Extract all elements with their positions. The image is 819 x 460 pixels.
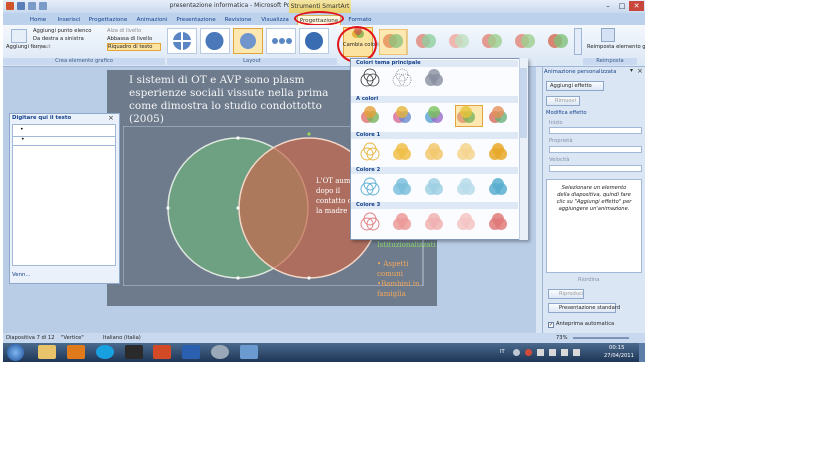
powerpoint-window: presentazione informatica - Microsoft Po… xyxy=(3,0,645,362)
zoom-slider[interactable] xyxy=(573,337,629,339)
redo-icon[interactable] xyxy=(39,2,47,10)
speed-label: Velocità xyxy=(549,157,570,163)
property-select[interactable] xyxy=(549,146,642,153)
undo-icon[interactable] xyxy=(28,2,36,10)
slide-scrollbar[interactable] xyxy=(536,67,542,333)
start-button[interactable] xyxy=(7,344,24,361)
tab-view[interactable]: Visualizza xyxy=(259,15,291,25)
venn-overflow-text-3: •Bambini in famiglia xyxy=(377,280,420,298)
venn-overflow-text-2: • Aspetti comuni xyxy=(377,260,409,278)
reorder-label[interactable]: Riordina xyxy=(578,277,599,283)
tab-highlight-circle xyxy=(294,11,344,26)
bullet-1[interactable]: • xyxy=(20,126,24,133)
close-button[interactable]: ✕ xyxy=(629,1,644,11)
modify-effect-label: Modifica effetto xyxy=(546,110,587,116)
add-effect-button[interactable]: Aggiungi effetto xyxy=(546,81,604,91)
clock-time[interactable]: 00:15 xyxy=(609,345,625,351)
app-icon[interactable] xyxy=(125,345,143,359)
autopreview-label: Anteprima automatica xyxy=(556,321,615,327)
media-icon[interactable] xyxy=(211,345,229,359)
section-theme-colors: Colori tema principale xyxy=(351,60,518,67)
gallery-scroll[interactable] xyxy=(574,28,582,55)
color-options-grid[interactable] xyxy=(351,68,519,238)
bullet-2-row[interactable] xyxy=(12,136,116,146)
slide-number: Diapositiva 7 di 12 xyxy=(6,335,55,341)
tab-slideshow[interactable]: Presentazione xyxy=(176,15,216,25)
promote-button[interactable]: Alza di livello xyxy=(107,28,141,34)
language-status[interactable]: Italiano (Italia) xyxy=(103,333,141,343)
skype-icon[interactable] xyxy=(96,345,114,359)
minimize-button[interactable]: – xyxy=(601,1,615,11)
close-icon[interactable]: × xyxy=(108,114,114,122)
property-label: Proprietà xyxy=(549,138,573,144)
remove-button[interactable]: Rimuovi xyxy=(546,96,580,106)
tab-insert[interactable]: Inserisci xyxy=(55,15,83,25)
start-select[interactable] xyxy=(549,127,642,134)
text-pane-footer[interactable]: Venn... xyxy=(12,272,31,278)
layout-button[interactable]: Layout xyxy=(33,44,51,50)
venn-overflow-text-1: Istituzionalizzati xyxy=(377,241,436,249)
slide-heading[interactable]: I sistemi di OT e AVP sono plasm esperie… xyxy=(129,74,349,126)
zoom-level[interactable]: 73% xyxy=(556,333,568,343)
tab-design[interactable]: Progettazione xyxy=(88,15,128,25)
slideshow-button[interactable]: Presentazione standard xyxy=(548,303,620,313)
save-icon[interactable] xyxy=(17,2,25,10)
tab-format[interactable]: Formato xyxy=(346,15,374,25)
tab-animations[interactable]: Animazioni xyxy=(135,15,169,25)
autopreview-checkbox[interactable]: ✓ xyxy=(548,322,554,328)
reset-graphic-button[interactable]: Reimposta elemento grafico xyxy=(587,44,645,50)
animation-pane-title: Animazione personalizzata xyxy=(544,69,617,75)
media-player-icon[interactable] xyxy=(67,345,85,359)
tab-home[interactable]: Home xyxy=(27,15,49,25)
text-pane-button[interactable]: Riquadro di testo xyxy=(107,43,161,51)
menu-scroll-thumb[interactable] xyxy=(520,68,527,138)
pane-menu-icon[interactable]: ▾ xyxy=(630,67,633,74)
text-pane-title: Digitare qui il testo xyxy=(12,115,72,121)
close-icon[interactable]: × xyxy=(637,67,643,75)
show-desktop-button[interactable] xyxy=(639,343,645,362)
window-taskbar-icon[interactable] xyxy=(240,345,258,359)
add-shape-icon[interactable] xyxy=(11,29,27,43)
maximize-button[interactable]: □ xyxy=(615,1,629,11)
powerpoint-taskbar-icon[interactable] xyxy=(153,345,171,359)
play-button[interactable]: Riproduci xyxy=(548,289,584,299)
layout-group-label: Layout xyxy=(167,58,337,65)
explorer-icon[interactable] xyxy=(38,345,56,359)
add-bullet-button[interactable]: Aggiungi punto elenco xyxy=(33,28,91,34)
word-taskbar-icon[interactable] xyxy=(182,345,200,359)
office-button[interactable] xyxy=(6,2,14,10)
demote-button[interactable]: Abbassa di livello xyxy=(107,36,152,42)
theme-name: "Vertice" xyxy=(61,335,84,341)
input-language[interactable]: IT xyxy=(500,349,505,355)
reset-graphic-icon[interactable] xyxy=(601,28,615,42)
right-to-left-button[interactable]: Da destra a sinistra xyxy=(33,36,84,42)
tab-review[interactable]: Revisione xyxy=(223,15,253,25)
speed-select[interactable] xyxy=(549,165,642,172)
system-tray-icons[interactable] xyxy=(513,348,593,357)
smartart-style-gallery[interactable] xyxy=(379,29,573,55)
venn-right-text[interactable]: L'OT aum dopo il contatto c la madre xyxy=(316,176,352,216)
layout-thumbnail-art xyxy=(173,32,323,50)
status-bar xyxy=(3,333,645,343)
start-label: Inizio xyxy=(549,120,563,126)
bullet-2[interactable]: • xyxy=(21,136,25,143)
reset-group-label: Reimposta xyxy=(583,58,637,65)
add-shape-button[interactable]: Aggiungi forma xyxy=(6,44,46,50)
animation-hint: Selezionare un elemento della diapositiv… xyxy=(556,185,632,212)
clock-date[interactable]: 27/04/2011 xyxy=(604,353,634,359)
create-graphic-group-label: Crea elemento grafico xyxy=(3,58,165,65)
